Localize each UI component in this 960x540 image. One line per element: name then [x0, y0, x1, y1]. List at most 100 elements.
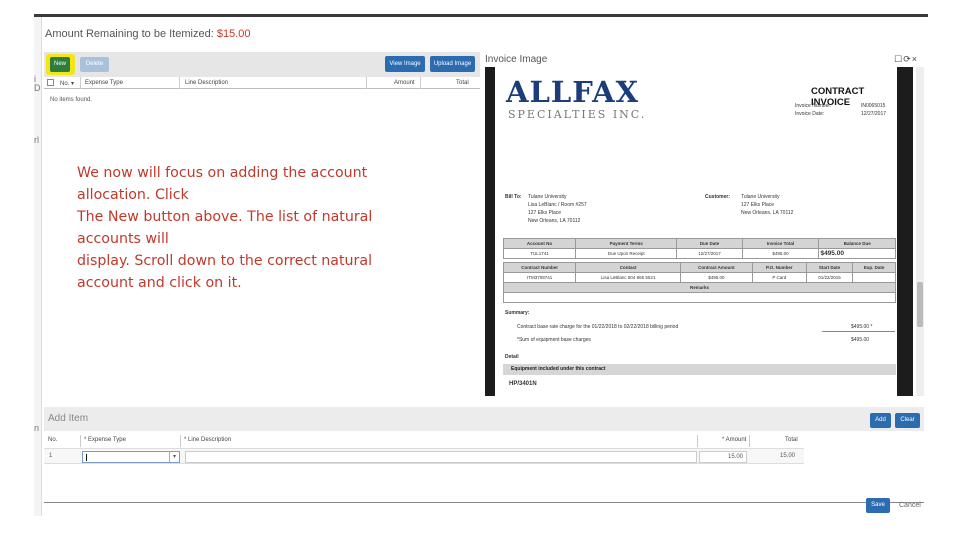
account-table: Account No Payment Terms Due Date Invoic…	[502, 238, 896, 259]
table-cell: 12/27/2017	[676, 248, 743, 259]
amount-remaining: Amount Remaining to be Itemized: $15.00	[45, 28, 250, 40]
items-toolbar: New Delete View Image Upload Image	[44, 52, 480, 77]
invoice-document-viewer[interactable]: ALLFAX SPECIALTIES INC. CONTRACT INVOICE…	[485, 67, 913, 396]
left-strip-char: D	[34, 83, 41, 93]
bill-to-address: Tulane University Lisa LeBlanc / Room #2…	[528, 194, 587, 224]
left-strip: i D rl n	[34, 17, 42, 516]
invoice-panel-title: Invoice Image	[485, 54, 548, 65]
table-header-cell: Start Date	[805, 262, 854, 273]
table-cell: Lisa LeBlanc 504 865 5521	[575, 272, 681, 283]
add-col-no: No.	[48, 437, 58, 443]
top-rule	[34, 14, 928, 17]
table-cell: ITM3708741	[502, 272, 577, 283]
table-header-cell: Invoice Total	[741, 238, 820, 249]
invoice-scrollbar[interactable]	[916, 67, 924, 396]
select-all-checkbox[interactable]	[47, 79, 54, 86]
col-total[interactable]: Total	[456, 80, 469, 86]
table-header-cell: Payment Terms	[575, 238, 678, 249]
summary-divider	[822, 331, 895, 332]
add-button[interactable]: Add	[870, 413, 891, 428]
amount-input[interactable]: 15.00	[699, 451, 747, 463]
delete-button[interactable]: Delete	[80, 57, 109, 72]
summary-line-2: *Sum of equipment base charges	[517, 337, 591, 343]
left-strip-char: rl	[34, 135, 39, 145]
summary-value-1: $495.00 *	[851, 324, 873, 330]
add-col-line-description: * Line Description	[184, 437, 232, 443]
invoice-meta-labels: Invoice Number: Invoice Date:	[795, 103, 832, 117]
clear-button[interactable]: Clear	[895, 413, 920, 428]
cancel-link[interactable]: Cancel	[899, 502, 921, 509]
customer-address: Tulane University 127 Elks Place New Orl…	[741, 194, 794, 216]
table-header-cell: P.O. Number	[751, 262, 807, 273]
col-expense-type[interactable]: Expense Type	[85, 80, 123, 86]
summary-label: Summary:	[505, 310, 530, 316]
column-divider	[180, 435, 181, 447]
view-image-button[interactable]: View Image	[385, 56, 425, 72]
add-item-row: 1 ▾ 15.00 15.00	[44, 448, 804, 464]
amount-remaining-value: $15.00	[216, 28, 251, 40]
table-cell: $495.00	[679, 272, 753, 283]
window-controls-icon[interactable]: ☐⟳×	[894, 54, 918, 65]
remarks-cell	[503, 292, 896, 303]
remarks-header: Remarks	[503, 282, 896, 293]
add-item-section: Add Item Add Clear No. * Expense Type * …	[44, 407, 924, 516]
table-header-cell: Contact	[575, 262, 681, 273]
table-cell: TUL1741	[502, 248, 577, 259]
col-no[interactable]: No. ▾	[60, 80, 74, 87]
column-divider	[697, 435, 698, 447]
expense-type-select[interactable]: ▾	[82, 451, 180, 463]
table-cell: P Card	[751, 272, 807, 283]
line-description-input[interactable]	[185, 451, 697, 463]
add-col-total: Total	[785, 437, 798, 443]
column-divider	[749, 435, 750, 447]
column-divider	[179, 77, 180, 89]
table-cell: $495.00	[741, 248, 820, 259]
upload-image-button[interactable]: Upload Image	[430, 56, 475, 72]
column-divider	[420, 77, 421, 89]
equipment-model: HP/3401N	[509, 381, 537, 387]
invoice-meta-values: IN0065015 12/27/2017	[861, 103, 887, 117]
new-button[interactable]: New	[50, 57, 70, 72]
app-screen: i D rl n Amount Remaining to be Itemized…	[34, 14, 928, 516]
add-item-header: Add Item Add Clear	[44, 407, 924, 431]
add-item-columns: No. * Expense Type * Line Description * …	[44, 435, 804, 447]
chevron-down-icon[interactable]: ▾	[169, 452, 179, 462]
add-item-title: Add Item	[48, 413, 89, 424]
table-header-cell: Contract Number	[502, 262, 577, 273]
table-header-cell: Exp. Date	[852, 262, 896, 273]
row-total: 15.00	[780, 453, 796, 459]
table-header-cell: Contract Amount	[679, 262, 753, 273]
col-line-description[interactable]: Line Description	[185, 80, 228, 86]
row-number: 1	[49, 453, 53, 459]
amount-remaining-label: Amount Remaining to be Itemized:	[45, 28, 214, 40]
company-logo: ALLFAX	[506, 75, 640, 109]
invoice-image-panel: Invoice Image ☐⟳× ALLFAX SPECIALTIES INC…	[482, 50, 924, 396]
table-header-cell: Balance Due	[818, 238, 896, 249]
table-header-cell: Account No	[502, 238, 577, 249]
section-divider	[44, 502, 924, 503]
column-divider	[366, 77, 367, 89]
invoice-scrollbar-thumb[interactable]	[917, 282, 923, 327]
items-grid-header: No. ▾ Expense Type Line Description Amou…	[44, 77, 480, 89]
summary-value-2: $495.00	[851, 337, 870, 343]
table-header-cell: Due Date	[676, 238, 743, 249]
detail-label: Detail	[505, 354, 519, 360]
add-col-expense-type: * Expense Type	[84, 437, 126, 443]
table-cell: 01/22/2015	[805, 272, 854, 283]
col-amount[interactable]: Amount	[394, 80, 415, 86]
summary-line-1: Contract base rate charge for the 01/22/…	[517, 324, 679, 330]
bill-to-label: Bill To:	[505, 194, 522, 200]
save-button[interactable]: Save	[866, 498, 890, 513]
balance-due-value: $495.00	[818, 248, 896, 259]
tutorial-callout: We now will focus on adding the account …	[77, 165, 373, 291]
equipment-header: Equipment included under this contract	[503, 364, 896, 375]
left-strip-char: n	[34, 423, 40, 433]
column-divider	[80, 435, 81, 447]
empty-grid-message: No items found.	[50, 97, 93, 103]
column-divider	[80, 77, 81, 89]
table-cell	[852, 272, 896, 283]
invoice-page: ALLFAX SPECIALTIES INC. CONTRACT INVOICE…	[495, 67, 897, 396]
text-cursor	[86, 454, 87, 461]
company-logo-subtitle: SPECIALTIES INC.	[508, 108, 647, 121]
customer-label: Customer:	[705, 194, 731, 200]
